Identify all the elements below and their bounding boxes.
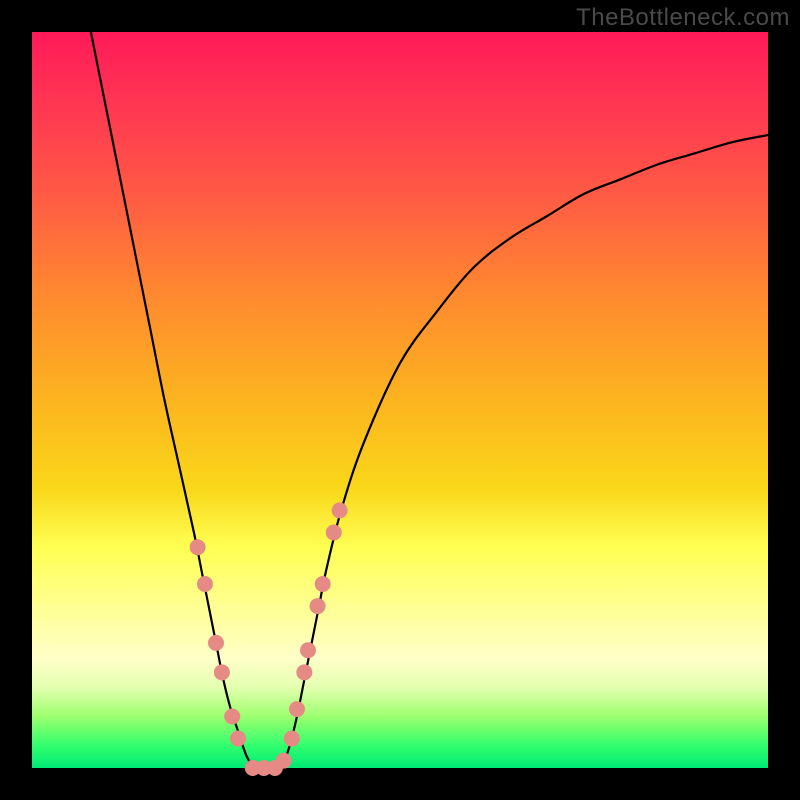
highlighted-points-group (190, 502, 348, 776)
chart-frame: TheBottleneck.com (0, 0, 800, 800)
chart-overlay (32, 32, 768, 768)
highlighted-point (197, 576, 213, 592)
highlighted-point (208, 635, 224, 651)
highlighted-point (190, 539, 206, 555)
highlighted-point (230, 731, 246, 747)
watermark-text: TheBottleneck.com (576, 4, 790, 32)
highlighted-point (310, 598, 326, 614)
highlighted-point (276, 753, 292, 769)
highlighted-point (289, 701, 305, 717)
curve-right-branch (282, 135, 768, 768)
highlighted-point (332, 502, 348, 518)
highlighted-point (224, 708, 240, 724)
highlighted-point (214, 664, 230, 680)
highlighted-point (284, 731, 300, 747)
curve-left-branch (91, 32, 253, 768)
highlighted-point (326, 524, 342, 540)
highlighted-point (300, 642, 316, 658)
highlighted-point (315, 576, 331, 592)
highlighted-point (296, 664, 312, 680)
